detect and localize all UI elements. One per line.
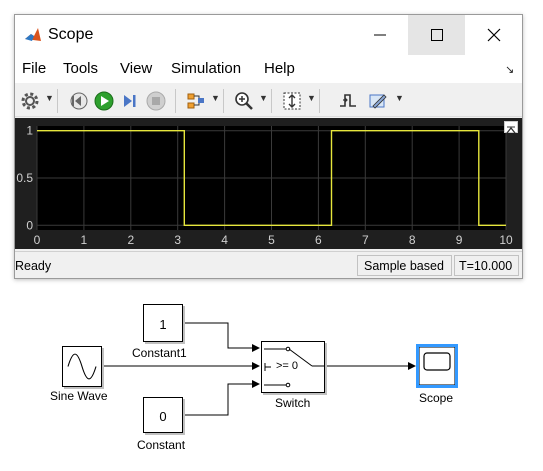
scope-label: Scope [419,391,454,405]
constant1-block[interactable]: 1 [143,304,183,342]
sine-wave-label: Sine Wave [50,389,108,403]
constant1-value: 1 [159,317,167,332]
constant-label: Constant [137,438,186,452]
simulink-diagram: 1 Constant1 Sine Wave 0 Constant >= 0 Sw… [0,0,543,471]
switch-block[interactable]: >= 0 [261,341,325,393]
constant-value: 0 [159,409,167,424]
sine-wave-icon [67,353,97,380]
switch-label: Switch [275,396,311,410]
scope-block[interactable] [416,344,458,388]
wire-constant1-to-switch [183,322,260,352]
sine-wave-block[interactable] [62,346,102,387]
scope-screen-icon [419,347,455,385]
constant-block[interactable]: 0 [143,397,183,433]
switch-criteria-text: >= 0 [276,360,299,372]
wire-constant-to-switch [183,380,260,416]
constant1-label: Constant1 [132,346,187,360]
